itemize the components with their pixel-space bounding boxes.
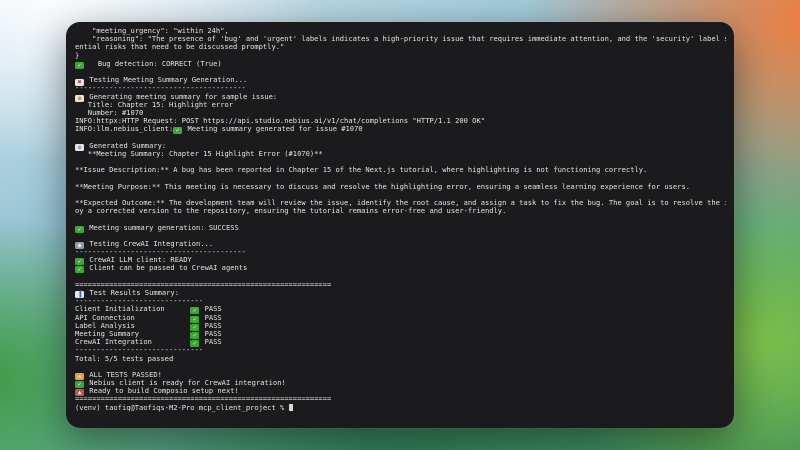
terminal-line-text: } <box>75 50 80 60</box>
terminal-line-text: Client can be passed to CrewAI agents <box>89 263 248 273</box>
prompt-text: (venv) taofiq@Taofiqs-M2-Pro mcp_client_… <box>75 402 289 412</box>
test-status: PASS <box>200 337 222 347</box>
terminal-line: Title: Chapter 15: Highlight error <box>75 100 726 109</box>
terminal-line: INFO:llm.nebius_client: ✓ Meeting summary… <box>75 124 726 135</box>
terminal-line: ✓ Bug detection: CORRECT (True) <box>75 58 726 69</box>
check-icon: ✓ <box>75 266 84 274</box>
terminal-line-prefix: INFO:llm.nebius_client: <box>75 124 174 134</box>
terminal-line: **Meeting Purpose:** This meeting is nec… <box>75 181 726 191</box>
check-icon: ✓ <box>173 127 183 135</box>
terminal-line: oy a corrected version to the repository… <box>75 207 726 215</box>
terminal-line-text: **Meeting Purpose:** This meeting is nec… <box>75 181 690 191</box>
check-icon: ✓ <box>75 225 84 233</box>
terminal-line: Total: 5/5 tests passed <box>75 353 726 363</box>
terminal-line-text: **Meeting Summary: Chapter 15 Highlight … <box>75 148 323 158</box>
terminal-window: "meeting_urgency": "within 24h", "reason… <box>66 22 734 428</box>
terminal-line: **Meeting Summary: Chapter 15 Highlight … <box>75 148 726 158</box>
terminal-line: **Issue Description:** A bug has been re… <box>75 166 726 174</box>
terminal-line-text: **Issue Description:** A bug has been re… <box>75 165 648 175</box>
check-icon: ✓ <box>75 61 84 69</box>
terminal-line: ✓ Client can be passed to CrewAI agents <box>75 263 726 274</box>
shell-prompt[interactable]: (venv) taofiq@Taofiqs-M2-Pro mcp_client_… <box>75 402 726 412</box>
terminal-line-text: Bug detection: CORRECT (True) <box>89 58 222 68</box>
terminal-line: ✓ Meeting summary generation: SUCCESS <box>75 222 726 233</box>
terminal-line-text: oy a corrected version to the repository… <box>75 206 507 216</box>
terminal-line-text: Meeting summary generated for issue #107… <box>183 124 363 134</box>
terminal-line-text: Total: 5/5 tests passed <box>75 353 174 363</box>
terminal-line-text: ential risks that need to be discussed p… <box>75 42 285 52</box>
terminal-line: ential risks that need to be discussed p… <box>75 43 726 51</box>
terminal-output: "meeting_urgency": "within 24h", "reason… <box>75 27 726 422</box>
text-cursor <box>288 403 293 411</box>
terminal-line-text: Meeting summary generation: SUCCESS <box>89 222 239 232</box>
